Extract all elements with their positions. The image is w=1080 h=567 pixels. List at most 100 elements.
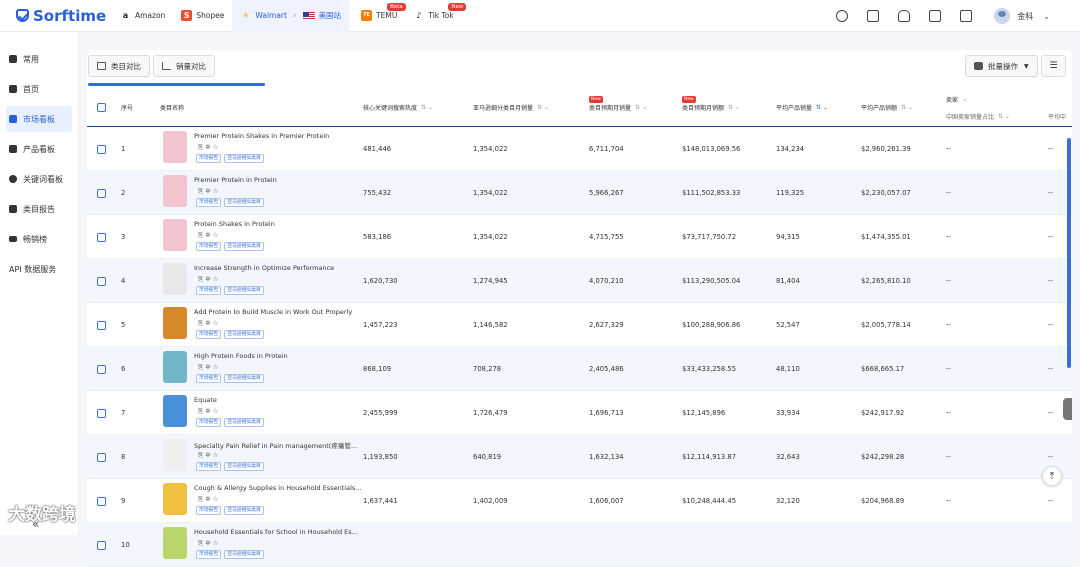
row-checkbox[interactable]	[97, 391, 106, 435]
row-checkbox[interactable]	[97, 303, 106, 347]
table-row[interactable]: 10 Household Essentials for School in Ho…	[87, 523, 1072, 567]
sort-desc-icon[interactable]: ⇅ ⌄	[816, 104, 828, 111]
row-checkbox[interactable]	[97, 523, 106, 567]
table-row[interactable]: 9 Cough & Allergy Supplies in Household …	[87, 479, 1072, 523]
star-icon[interactable]: ☆	[213, 495, 221, 503]
tab-shopee[interactable]: S Shopee	[173, 0, 232, 32]
sort-icon[interactable]: ⇅ ⌄	[998, 113, 1010, 120]
amazon-similar-tag[interactable]: 亚马逊相似类目	[224, 242, 264, 251]
side-panel-handle[interactable]	[1063, 398, 1072, 420]
product-thumbnail[interactable]	[163, 483, 187, 515]
col-avg-revenue[interactable]: 平均产品销额 ⇅ ⌄	[861, 88, 913, 127]
copy-icon[interactable]: ⎘	[198, 539, 205, 547]
market-report-tag[interactable]: 市场报告	[196, 154, 222, 163]
settings-icon[interactable]	[836, 10, 849, 22]
col-amazon-monthly[interactable]: 亚马逊细分类目月销量 ⇅ ⌄	[473, 88, 549, 127]
batch-ops-button[interactable]: 批量操作 ▼	[965, 55, 1038, 77]
checkbox[interactable]	[97, 320, 106, 330]
column-settings-button[interactable]: ☰	[1041, 55, 1066, 77]
amazon-similar-tag[interactable]: 亚马逊相似类目	[224, 374, 264, 383]
checkbox[interactable]	[97, 452, 106, 462]
category-name-link[interactable]: Cough & Allergy Supplies in Household Es…	[194, 484, 361, 492]
sparkle-icon[interactable]: ✲	[205, 495, 212, 503]
brand-logo[interactable]: Sorftime	[16, 7, 112, 25]
sort-icon[interactable]: ⇅ ⌄	[537, 104, 549, 111]
sparkle-icon[interactable]: ✲	[205, 275, 212, 283]
sparkle-icon[interactable]: ✲	[205, 539, 212, 547]
category-name-link[interactable]: High Protein Foods in Protein	[194, 352, 288, 360]
row-checkbox[interactable]	[97, 259, 106, 303]
amazon-similar-tag[interactable]: 亚马逊相似类目	[224, 418, 264, 427]
amazon-similar-tag[interactable]: 亚马逊相似类目	[224, 506, 264, 515]
checkbox[interactable]	[97, 276, 106, 286]
checkbox[interactable]	[97, 103, 106, 112]
col-est-monthly-sales[interactable]: New 类目预期月销量 ⇅ ⌄	[589, 88, 647, 127]
checkbox[interactable]	[97, 232, 106, 242]
vertical-scrollbar[interactable]	[1067, 138, 1071, 368]
sidebar-item-api[interactable]: API 数据服务	[6, 256, 72, 282]
sidebar-item-product-board[interactable]: 产品看板	[6, 136, 72, 162]
table-row[interactable]: 5 Add Protein to Build Muscle in Work Ou…	[87, 303, 1072, 347]
amazon-similar-tag[interactable]: 亚马逊相似类目	[224, 330, 264, 339]
site-label[interactable]: 美国站	[319, 10, 342, 21]
tab-walmart[interactable]: ✳ Walmart › 美国站	[232, 0, 350, 32]
table-row[interactable]: 1 Premier Protein Shakes in Premier Prot…	[87, 127, 1072, 171]
star-icon[interactable]: ☆	[213, 187, 221, 195]
avatar[interactable]	[994, 8, 1011, 24]
star-icon[interactable]: ☆	[213, 363, 221, 371]
folder-icon[interactable]	[929, 10, 942, 22]
sparkle-icon[interactable]: ✲	[205, 143, 212, 151]
product-thumbnail[interactable]	[163, 131, 187, 163]
user-name[interactable]: 金科	[1017, 11, 1033, 22]
row-checkbox[interactable]	[97, 435, 106, 479]
market-report-tag[interactable]: 市场报告	[196, 330, 222, 339]
category-name-link[interactable]: Premier Protein Shakes in Premier Protei…	[194, 132, 329, 140]
amazon-similar-tag[interactable]: 亚马逊相似类目	[224, 154, 264, 163]
sidebar-item-home[interactable]: 首页	[6, 76, 72, 102]
product-thumbnail[interactable]	[163, 175, 187, 207]
sparkle-icon[interactable]: ✲	[205, 319, 212, 327]
product-thumbnail[interactable]	[163, 307, 187, 339]
category-name-link[interactable]: Premier Protein in Protein	[194, 176, 277, 184]
bell-icon[interactable]	[898, 10, 911, 22]
sidebar-item-market-board[interactable]: 市场看板	[6, 106, 72, 132]
star-icon[interactable]: ☆	[213, 143, 221, 151]
amazon-similar-tag[interactable]: 亚马逊相似类目	[224, 550, 264, 559]
sort-icon[interactable]: ⇅ ⌄	[728, 104, 740, 111]
compare-category-button[interactable]: 类目对比	[88, 55, 150, 77]
checkbox[interactable]	[97, 408, 106, 418]
product-thumbnail[interactable]	[163, 527, 187, 559]
product-thumbnail[interactable]	[163, 263, 187, 295]
market-report-tag[interactable]: 市场报告	[196, 550, 222, 559]
table-row[interactable]: 6 High Protein Foods in Protein ⎘✲☆ 市场报告…	[87, 347, 1072, 391]
market-report-tag[interactable]: 市场报告	[196, 374, 222, 383]
market-report-tag[interactable]: 市场报告	[196, 418, 222, 427]
star-icon[interactable]: ☆	[213, 539, 221, 547]
sparkle-icon[interactable]: ✲	[205, 231, 212, 239]
back-to-top-button[interactable]: ⤒	[1042, 466, 1062, 486]
sparkle-icon[interactable]: ✲	[205, 187, 212, 195]
category-name-link[interactable]: Increase Strength in Optimize Performanc…	[194, 264, 334, 272]
row-checkbox[interactable]	[97, 479, 106, 523]
sidebar-item-bestseller[interactable]: 畅销榜	[6, 226, 72, 252]
star-icon[interactable]: ☆	[213, 319, 221, 327]
sort-icon[interactable]: ⇅ ⌄	[901, 104, 913, 111]
market-report-tag[interactable]: 市场报告	[196, 286, 222, 295]
checkbox[interactable]	[97, 188, 106, 198]
sidebar-item-category-report[interactable]: 类目报告	[6, 196, 72, 222]
row-checkbox[interactable]	[97, 347, 106, 391]
sparkle-icon[interactable]: ✲	[205, 363, 212, 371]
star-icon[interactable]: ☆	[213, 231, 221, 239]
market-report-tag[interactable]: 市场报告	[196, 198, 222, 207]
product-thumbnail[interactable]	[163, 395, 187, 427]
sort-icon[interactable]: ⇅ ⌄	[421, 104, 433, 111]
product-thumbnail[interactable]	[163, 439, 187, 471]
sparkle-icon[interactable]: ✲	[205, 407, 212, 415]
category-name-link[interactable]: Equate	[194, 396, 217, 404]
amazon-similar-tag[interactable]: 亚马逊相似类目	[224, 462, 264, 471]
col-est-monthly-revenue[interactable]: New 类目预期月销额 ⇅ ⌄	[682, 88, 740, 127]
compare-sales-button[interactable]: 销量对比	[153, 55, 215, 77]
category-name-link[interactable]: Specialty Pain Relief in Pain management…	[194, 440, 357, 450]
col-keyword-heat[interactable]: 核心关键词搜索热度 ⇅ ⌄	[363, 88, 433, 127]
table-row[interactable]: 4 Increase Strength in Optimize Performa…	[87, 259, 1072, 303]
